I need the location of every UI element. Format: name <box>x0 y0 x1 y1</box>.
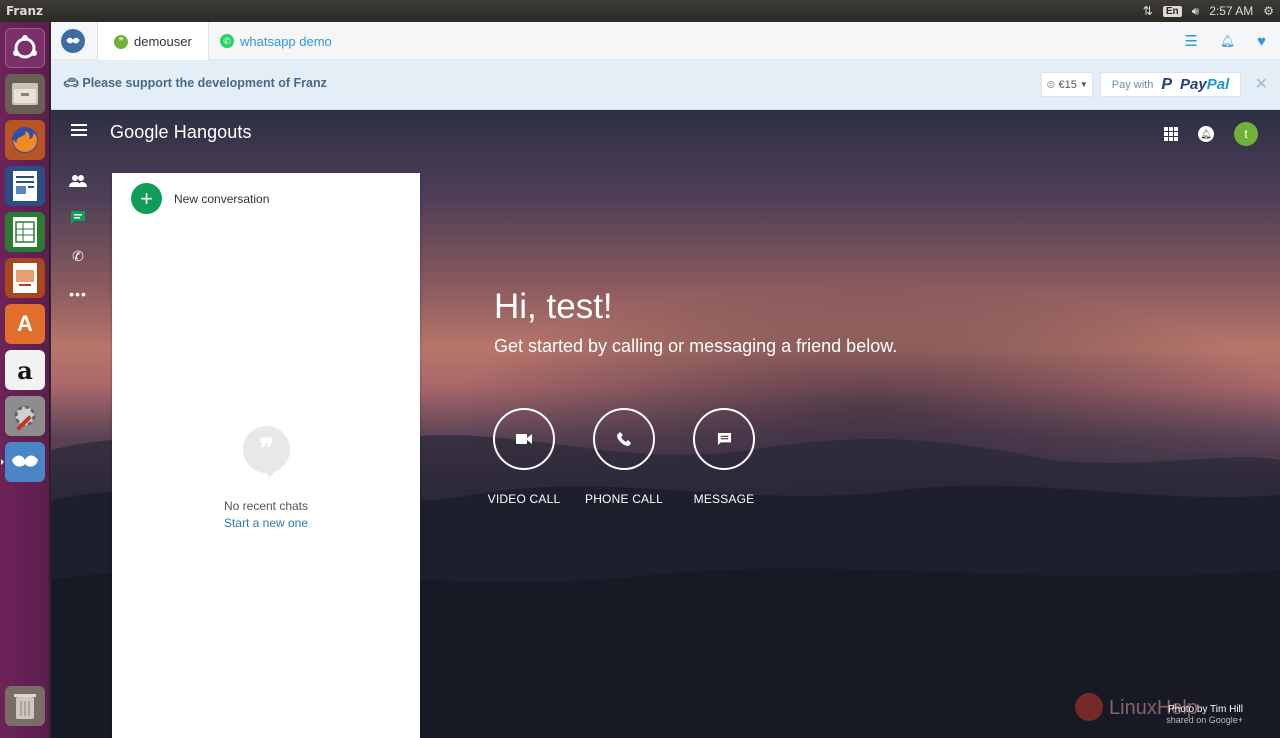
system-settings-icon[interactable] <box>5 396 45 436</box>
phone-icon <box>617 432 631 446</box>
close-banner-icon[interactable]: ✕ <box>1255 74 1268 94</box>
keyboard-layout-indicator[interactable]: En <box>1162 5 1182 17</box>
conversation-list-panel: + New conversation ❞ No recent chats Sta… <box>112 173 420 738</box>
photo-credit-source: shared on Google+ <box>1166 715 1243 725</box>
start-new-chat-link[interactable]: Start a new one <box>112 516 420 530</box>
tabbar-actions: ☰ 🔔︎ ♥ <box>1184 22 1266 60</box>
new-conversation-label[interactable]: New conversation <box>174 192 269 206</box>
car-icon: 🚗︎ <box>63 76 79 90</box>
franz-window: ❞ demouser ✆ whatsapp demo ☰ 🔔︎ ♥ 🚗︎ Ple… <box>51 22 1280 738</box>
message-icon <box>717 432 731 445</box>
donation-amount-select[interactable]: ⊜ €15 ▼ <box>1041 72 1093 97</box>
message-action[interactable]: MESSAGE <box>674 408 774 506</box>
photo-credit: Photo by Tim Hill shared on Google+ <box>1166 704 1243 725</box>
settings-gear-icon[interactable]: ⚙ <box>1263 4 1274 18</box>
franz-launcher-icon[interactable] <box>5 442 45 482</box>
franz-logo-icon[interactable] <box>61 29 85 53</box>
libreoffice-calc-icon[interactable] <box>5 212 45 252</box>
apps-grid-icon[interactable] <box>1164 127 1178 141</box>
tab-whatsapp-demo[interactable]: ✆ whatsapp demo <box>204 22 348 60</box>
message-button[interactable] <box>693 408 755 470</box>
whatsapp-icon: ✆ <box>220 34 234 48</box>
hangouts-menu-icon[interactable] <box>71 124 87 136</box>
libreoffice-impress-icon[interactable] <box>5 258 45 298</box>
clock[interactable]: 2:57 AM <box>1209 4 1253 18</box>
heart-icon[interactable]: ♥ <box>1257 33 1266 50</box>
video-icon <box>516 434 532 444</box>
coins-icon: ⊜ <box>1046 79 1056 91</box>
tab-label: demouser <box>134 34 192 49</box>
libreoffice-writer-icon[interactable] <box>5 166 45 206</box>
support-message: 🚗︎ Please support the development of Fra… <box>63 76 327 90</box>
unity-launcher: A a <box>0 22 50 738</box>
hangouts-view: Google Hangouts 🔔︎ t ✆ ••• + New convers… <box>51 110 1280 738</box>
new-conversation-button[interactable]: + <box>131 183 162 214</box>
greeting-subtitle: Get started by calling or messaging a fr… <box>494 336 898 356</box>
service-tab-bar: ❞ demouser ✆ whatsapp demo ☰ 🔔︎ ♥ <box>51 22 1280 61</box>
support-banner: 🚗︎ Please support the development of Fra… <box>51 60 1280 110</box>
phone-call-label: PHONE CALL <box>584 492 664 506</box>
empty-quote-icon: ❞ <box>243 426 290 478</box>
hangouts-icon: ❞ <box>114 34 128 49</box>
system-indicators: ⇅ En 🔊︎ 2:57 AM ⚙ <box>1143 0 1280 22</box>
more-options-icon[interactable]: ••• <box>69 285 87 303</box>
hangouts-top-actions: 🔔︎ t <box>1164 122 1258 146</box>
ubuntu-dash-icon[interactable] <box>5 28 45 68</box>
phone-calls-icon[interactable]: ✆ <box>69 247 87 265</box>
conversations-icon[interactable] <box>69 209 87 227</box>
system-top-panel: Franz ⇅ En 🔊︎ 2:57 AM ⚙ <box>0 0 1280 22</box>
paypal-prefix: Pay with <box>1111 78 1154 91</box>
phone-call-button[interactable] <box>593 408 655 470</box>
network-icon[interactable]: ⇅ <box>1143 4 1153 18</box>
account-avatar[interactable]: t <box>1234 122 1258 146</box>
notifications-icon[interactable]: 🔔︎ <box>1198 126 1214 142</box>
firefox-icon[interactable] <box>5 120 45 160</box>
amazon-icon[interactable]: a <box>5 350 45 390</box>
notifications-bell-icon[interactable]: 🔔︎ <box>1220 34 1235 48</box>
paypal-button[interactable]: Pay with P PayPal <box>1100 72 1241 97</box>
contacts-icon[interactable] <box>69 172 87 190</box>
files-icon[interactable] <box>5 74 45 114</box>
greeting-heading: Hi, test! <box>494 287 613 326</box>
photo-credit-author[interactable]: Photo by Tim Hill <box>1166 704 1243 715</box>
hangouts-brand: Google Hangouts <box>110 122 252 142</box>
hamburger-menu-icon[interactable]: ☰ <box>1184 32 1197 50</box>
paypal-p-icon: P <box>1161 75 1173 93</box>
message-label: MESSAGE <box>693 492 755 506</box>
active-app-title: Franz <box>6 4 43 18</box>
running-indicator <box>1 459 4 465</box>
trash-icon[interactable] <box>5 686 45 726</box>
tab-label: whatsapp demo <box>240 33 332 49</box>
tab-demouser[interactable]: ❞ demouser <box>97 22 209 61</box>
video-call-action[interactable]: VIDEO CALL <box>474 408 574 506</box>
phone-call-action[interactable]: PHONE CALL <box>574 408 674 506</box>
video-call-button[interactable] <box>493 408 555 470</box>
volume-icon[interactable]: 🔊︎ <box>1192 4 1200 19</box>
no-recent-chats-text: No recent chats <box>223 499 309 513</box>
chevron-down-icon: ▼ <box>1079 80 1088 89</box>
software-center-icon[interactable]: A <box>5 304 45 344</box>
paypal-logo: PayPal <box>1180 76 1230 93</box>
video-call-label: VIDEO CALL <box>487 492 561 506</box>
